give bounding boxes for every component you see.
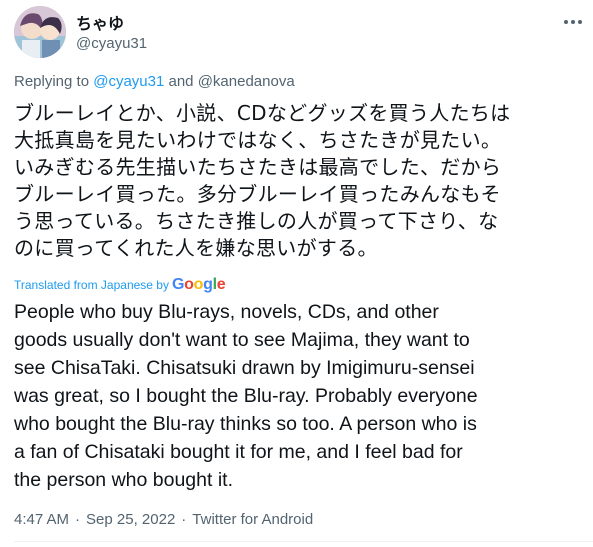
- google-logo: Google: [171, 276, 226, 293]
- display-name[interactable]: ちゃゆ: [76, 10, 124, 34]
- original-line: う思っている。ちさたき推しの人が買って下さり、な: [14, 209, 499, 233]
- tweet-metadata: 4:47 AM · Sep 25, 2022 · Twitter for Android: [14, 511, 313, 528]
- tweet-time[interactable]: 4:47 AM: [14, 511, 69, 528]
- translation-line: who bought the Blu-ray thinks so too. A …: [14, 413, 477, 435]
- translation-credit-label: Translated from Japanese by: [14, 278, 169, 292]
- original-line: ブルーレイ買った。多分ブルーレイ買ったみんなもそ: [14, 182, 501, 206]
- original-line: のに買ってくれた人を嫌な思いがする。: [14, 236, 378, 260]
- user-handle[interactable]: @cyayu31: [76, 35, 147, 52]
- tweet-source[interactable]: Twitter for Android: [192, 511, 313, 528]
- original-line: いみぎむる先生描いたちさたきは最高でした、だから: [14, 155, 502, 179]
- avatar[interactable]: [14, 6, 66, 58]
- mention-link-cyayu31[interactable]: @cyayu31: [93, 73, 164, 90]
- tweet-date[interactable]: Sep 25, 2022: [86, 511, 175, 528]
- meta-separator: ·: [75, 511, 81, 528]
- replying-to: Replying to @cyayu31 and @kanedanova: [14, 73, 295, 90]
- translation-line: see ChisaTaki. Chisatsuki drawn by Imigi…: [14, 357, 475, 379]
- translation-line: a fan of Chisataki bought it for me, and…: [14, 441, 463, 463]
- tweet-text-original: ブルーレイとか、小説、CDなどグッズを買う人たちは 大抵真島を見たいわけではなく…: [14, 100, 589, 262]
- more-options-button[interactable]: [558, 12, 588, 32]
- replying-to-label: Replying to: [14, 73, 94, 90]
- divider: [14, 541, 593, 542]
- translation-line: was great, so I bought the Blu-ray. Prob…: [14, 385, 478, 407]
- original-line: 大抵真島を見たいわけではなく、ちさたきが見たい。: [14, 128, 502, 152]
- meta-separator: ·: [181, 511, 187, 528]
- translation-line: the person who bought it.: [14, 469, 233, 491]
- replying-to-joiner: and: [164, 73, 198, 90]
- tweet-text-translation: People who buy Blu-rays, novels, CDs, an…: [14, 298, 589, 494]
- translation-line: People who buy Blu-rays, novels, CDs, an…: [14, 301, 439, 323]
- tweet: ちゃゆ @cyayu31 Replying to @cyayu31 and @k…: [0, 0, 593, 547]
- more-options-icon: [564, 20, 582, 24]
- mention-link-kanedanova[interactable]: @kanedanova: [198, 73, 295, 90]
- original-line: ブルーレイとか、小説、CDなどグッズを買う人たちは: [14, 101, 511, 125]
- translation-credit[interactable]: Translated from Japanese by Google: [14, 276, 226, 294]
- translation-line: goods usually don't want to see Majima, …: [14, 329, 470, 351]
